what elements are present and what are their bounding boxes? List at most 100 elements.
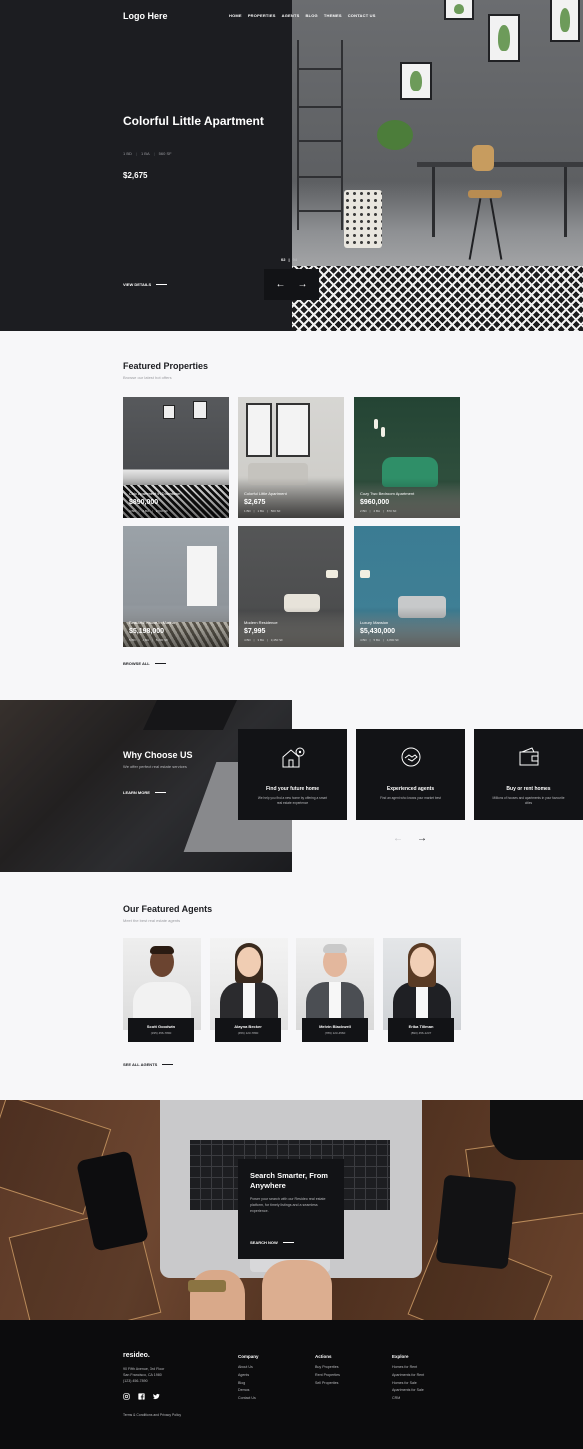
hero-beds: 1 BD xyxy=(123,151,132,156)
footer-link[interactable]: Contact Us xyxy=(238,1395,259,1403)
browse-all-link[interactable]: BROWSE ALL xyxy=(123,661,166,666)
featured-subtitle: Browse our latest hot offers xyxy=(123,375,172,380)
arrow-right-icon[interactable]: → xyxy=(417,834,427,844)
agent-tag[interactable]: Erika Tillman (890) 456-1237 xyxy=(388,1018,454,1042)
facebook-icon[interactable] xyxy=(138,1393,145,1400)
agent-tag[interactable]: Scott Goodwin (335) 456-7890 xyxy=(128,1018,194,1042)
agent-photo[interactable] xyxy=(123,938,201,1030)
agent-phone: (335) 456-7890 xyxy=(150,1031,172,1035)
agent-photo[interactable] xyxy=(296,938,374,1030)
search-now-link[interactable]: SEARCH NOW xyxy=(250,1240,294,1245)
terms-link[interactable]: Terms & Conditions and Privacy Policy xyxy=(123,1413,181,1417)
footer-link[interactable]: Buy Properties xyxy=(315,1364,340,1372)
link-line xyxy=(156,284,168,285)
agent-name: Erika Tillman xyxy=(408,1024,434,1029)
footer-link[interactable]: Apartments for Rent xyxy=(392,1372,424,1380)
property-card[interactable]: Cozy Two Bedroom Apartment $960,000 2 BD… xyxy=(354,397,460,518)
footer-link[interactable]: Homes for Sale xyxy=(392,1380,424,1388)
learn-more-link[interactable]: LEARN MORE xyxy=(123,790,166,795)
property-price: $960,000 xyxy=(360,499,390,506)
feature-card-buy-rent[interactable]: Buy or rent homes Millions of houses and… xyxy=(474,729,583,820)
footer-column-actions: Actions Buy Properties Rent Properties S… xyxy=(315,1354,340,1387)
footer-link[interactable]: Sell Properties xyxy=(315,1380,340,1388)
property-card[interactable]: Luxury Mansion $5,430,000 4 BD | 5 BA | 4,80… xyxy=(354,526,460,647)
agent-photo[interactable] xyxy=(383,938,461,1030)
footer-link[interactable]: Homes for Rent xyxy=(392,1364,424,1372)
property-name: Modern Residence xyxy=(244,620,278,625)
property-name: Cozy Two Bedroom Apartment xyxy=(360,491,415,496)
link-line xyxy=(282,1242,294,1243)
hand-decor xyxy=(190,1270,245,1320)
hero-specs: 1 BD | 1 BA | 560 SF xyxy=(123,151,172,156)
footer-column-company: Company About Us Agents Blog Demos Conta… xyxy=(238,1354,259,1403)
main-nav: HOME PROPERTIES AGENTS BLOG THEMES CONTA… xyxy=(229,13,376,18)
property-card[interactable]: Beautiful House in Marina $5,198,000 5 B… xyxy=(123,526,229,647)
why-slider-controls: ← → xyxy=(393,834,427,844)
link-line xyxy=(154,792,166,793)
footer-link[interactable]: Agents xyxy=(238,1372,259,1380)
see-all-agents-link[interactable]: SEE ALL AGENTS xyxy=(123,1062,174,1067)
nav-blog[interactable]: BLOG xyxy=(305,13,317,18)
agent-tag[interactable]: Alayna Becker (456) 123-7890 xyxy=(215,1018,281,1042)
hero-baths: 1 BA xyxy=(140,151,150,156)
property-price: $7,995 xyxy=(244,628,266,635)
twitter-icon[interactable] xyxy=(153,1393,160,1400)
wall-frame xyxy=(488,14,520,62)
hero-image xyxy=(292,0,583,331)
plant-decor xyxy=(377,120,413,150)
pouf-decor xyxy=(344,190,382,248)
logo[interactable]: Logo Here xyxy=(123,11,168,21)
search-card: Search Smarter, From Anywhere Power your… xyxy=(238,1159,344,1259)
nav-properties[interactable]: PROPERTIES xyxy=(248,13,276,18)
property-card[interactable]: Chic Apartment in Downtown $890,000 4 BD… xyxy=(123,397,229,518)
wallet-icon xyxy=(519,747,538,766)
nav-themes[interactable]: THEMES xyxy=(324,13,342,18)
agent-phone: (789) 123-4560 xyxy=(324,1031,346,1035)
wall-frame xyxy=(550,0,580,42)
view-details-link[interactable]: VIEW DETAILS xyxy=(123,282,168,287)
chair-decor xyxy=(472,145,494,171)
instagram-icon[interactable] xyxy=(123,1393,130,1400)
why-subtitle: We offer perfect real estate services xyxy=(123,764,187,769)
property-price: $5,430,000 xyxy=(360,628,396,635)
arrow-right-icon[interactable]: → xyxy=(298,279,308,290)
handshake-icon xyxy=(401,747,420,767)
property-specs: 5 BD | 4 BA | 5,200 SF xyxy=(129,638,168,642)
hero-price: $2,675 xyxy=(123,171,148,180)
agent-phone: (456) 123-7890 xyxy=(237,1031,259,1035)
hero-section: Logo Here HOME PROPERTIES AGENTS BLOG TH… xyxy=(0,0,583,331)
nav-contact[interactable]: CONTACT US xyxy=(348,13,376,18)
property-specs: 2 BD | 2 BA | 870 SF xyxy=(360,509,397,513)
desk-decor xyxy=(417,162,583,167)
property-name: Chic Apartment in Downtown xyxy=(129,491,181,496)
agent-photo[interactable] xyxy=(210,938,288,1030)
footer-link[interactable]: Blog xyxy=(238,1380,259,1388)
footer-logo[interactable]: resideo. xyxy=(123,1352,150,1359)
footer-link[interactable]: CRM xyxy=(392,1395,424,1403)
footer-link[interactable]: Apartments for Sale xyxy=(392,1387,424,1395)
property-name: Colorful Little Apartment xyxy=(244,491,287,496)
featured-title: Featured Properties xyxy=(123,361,209,371)
arrow-left-icon[interactable]: ← xyxy=(276,279,286,290)
feature-card-agents[interactable]: Experienced agents Find an agent who kno… xyxy=(356,729,465,820)
property-card[interactable]: Colorful Little Apartment $2,675 1 BD | 1 … xyxy=(238,397,344,518)
agent-tag[interactable]: Melvin Blackwell (789) 123-4560 xyxy=(302,1018,368,1042)
camera-decor xyxy=(490,1100,583,1160)
footer-link[interactable]: About Us xyxy=(238,1364,259,1372)
hero-area: 560 SF xyxy=(158,151,172,156)
social-links xyxy=(123,1393,160,1400)
property-card[interactable]: Modern Residence $7,995 4 BD | 3 BA | 3,450 … xyxy=(238,526,344,647)
feature-card-find-home[interactable]: Find your future home We help you find a… xyxy=(238,729,347,820)
footer-link[interactable]: Rent Properties xyxy=(315,1372,340,1380)
link-line xyxy=(162,1064,174,1065)
property-price: $5,198,000 xyxy=(129,628,165,635)
agents-subtitle: Meet the best real estate agents xyxy=(123,918,181,923)
arrow-left-icon[interactable]: ← xyxy=(393,834,403,844)
footer-link[interactable]: Demos xyxy=(238,1387,259,1395)
nav-home[interactable]: HOME xyxy=(229,13,242,18)
agent-name: Scott Goodwin xyxy=(146,1024,176,1029)
agent-name: Alayna Becker xyxy=(234,1024,262,1029)
shelf-decor xyxy=(297,40,343,230)
nav-agents[interactable]: AGENTS xyxy=(282,13,300,18)
footer xyxy=(0,1320,583,1449)
